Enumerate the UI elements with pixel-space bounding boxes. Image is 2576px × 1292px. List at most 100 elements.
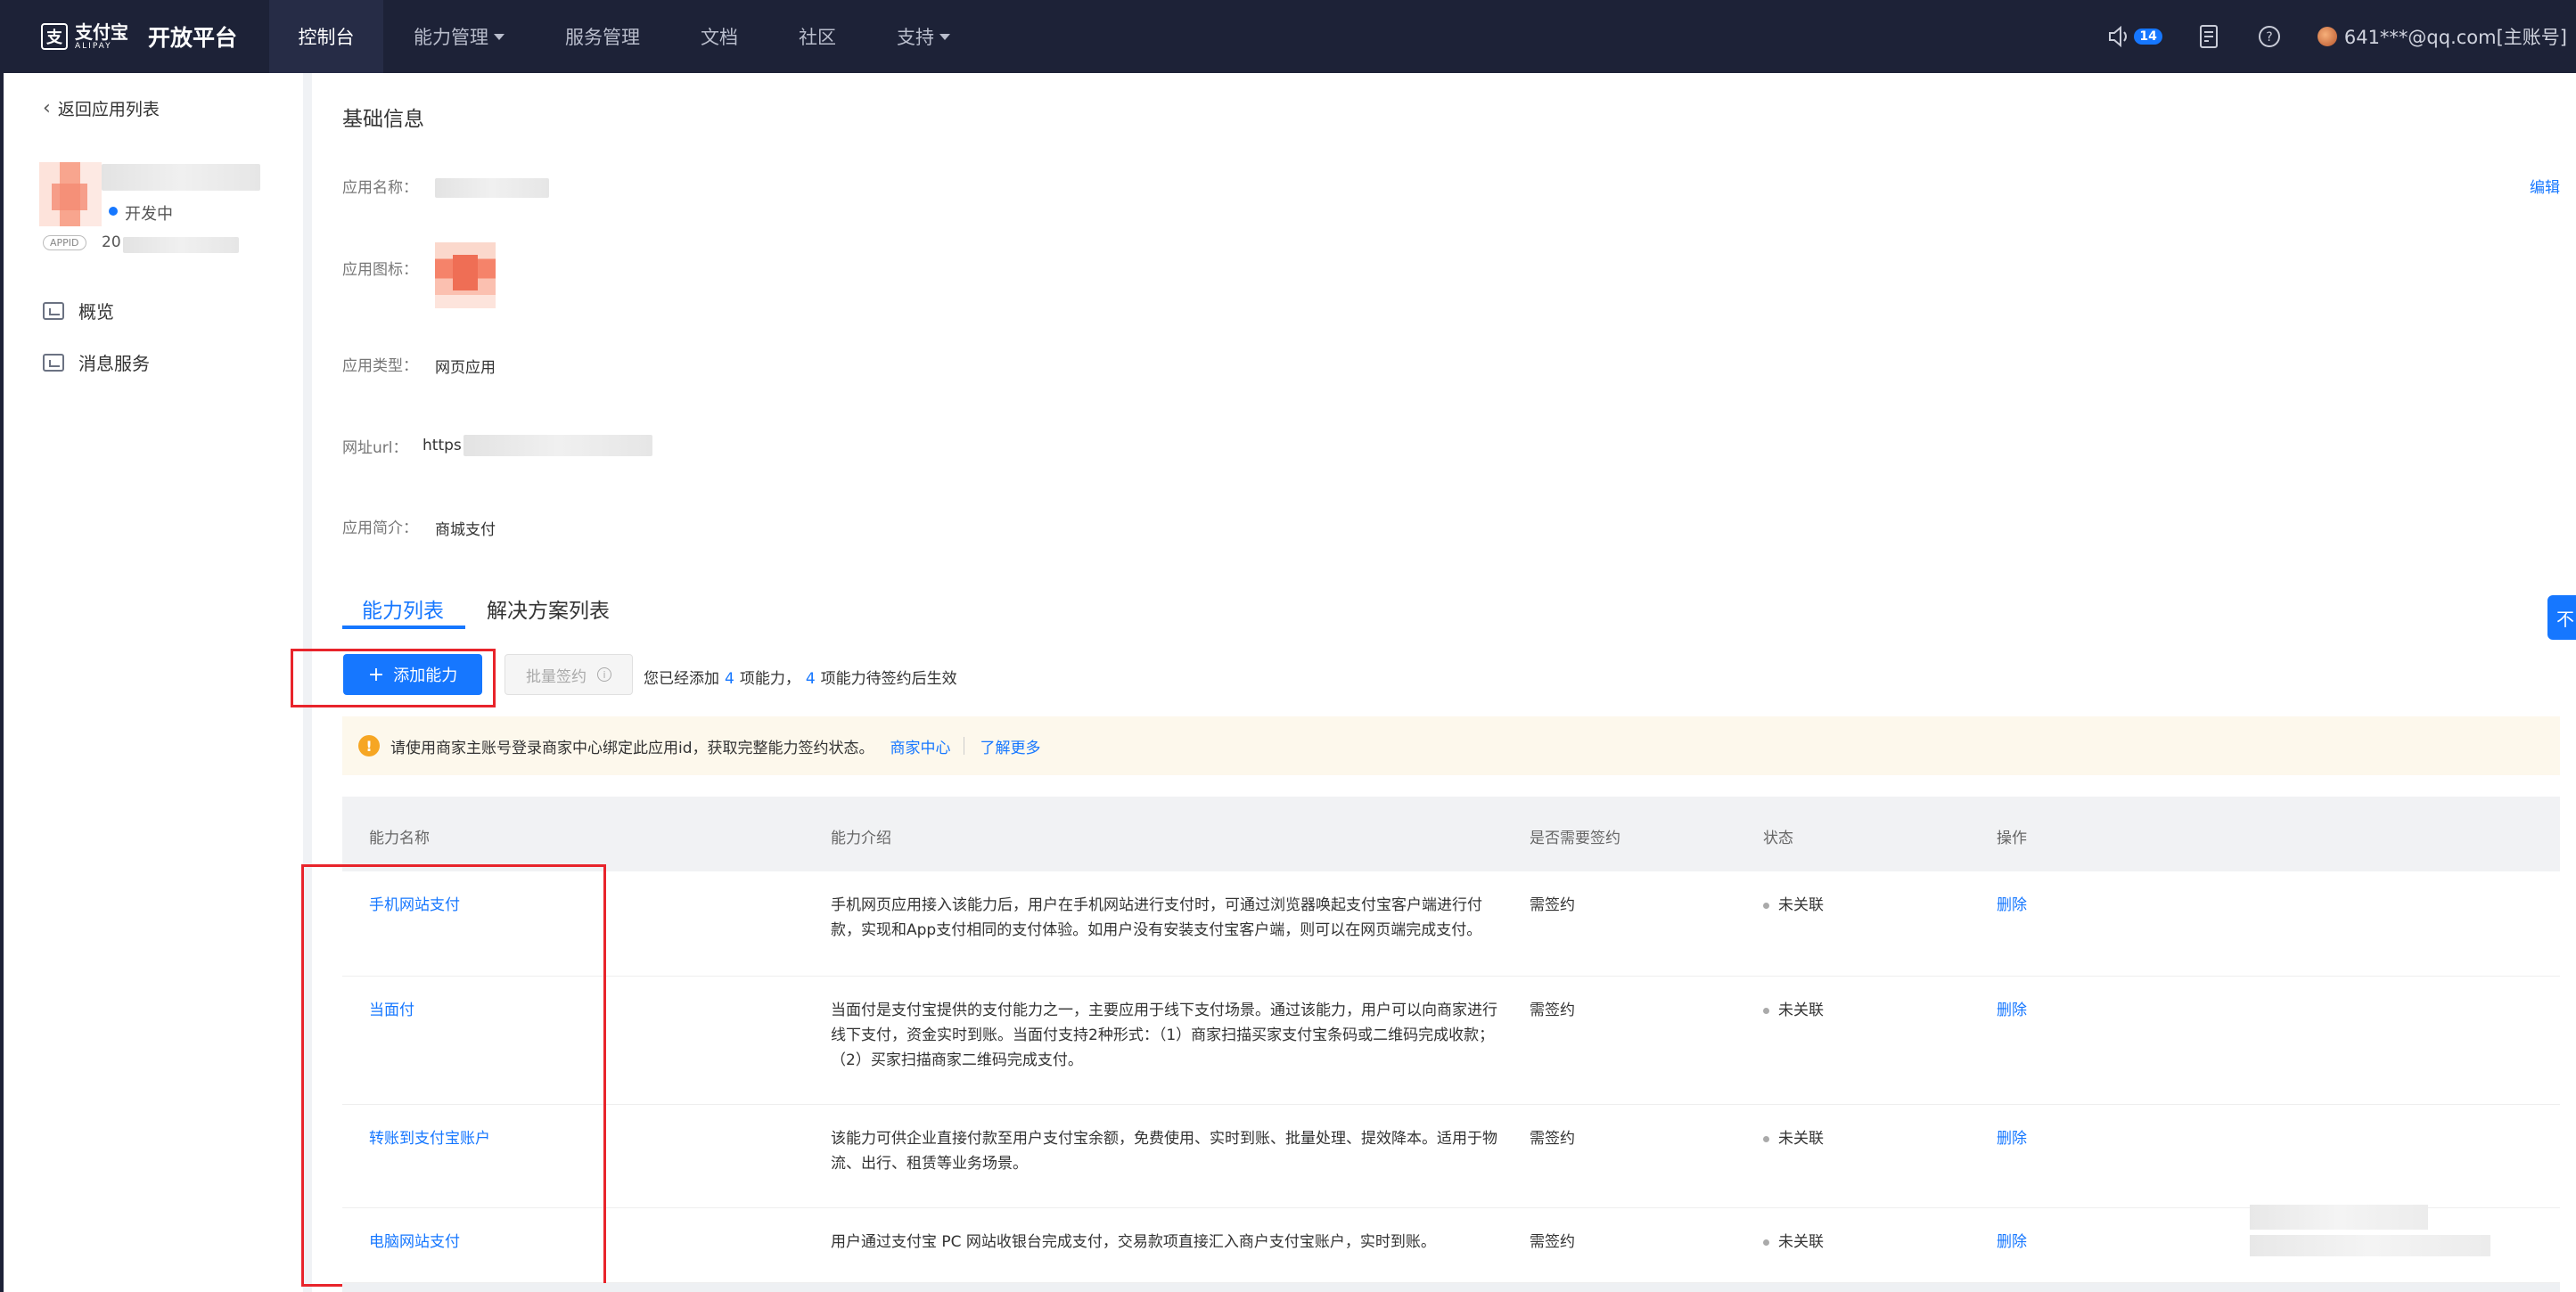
th-op: 操作 <box>1997 830 2027 847</box>
warning-icon: ! <box>358 735 380 756</box>
sidebar-item-overview[interactable]: 概览 <box>43 298 114 323</box>
app-name-value-blurred <box>435 178 549 198</box>
sign-required: 需签约 <box>1530 1130 1575 1148</box>
summary-pre: 您已经添加 <box>644 670 719 688</box>
tab-underline <box>342 626 465 629</box>
th-desc: 能力介绍 <box>831 830 891 847</box>
chevron-down-icon <box>939 33 950 40</box>
top-nav: 支 支付宝 ALIPAY 开放平台 控制台 能力管理 服务管理 文档 社区 支持… <box>0 0 2576 73</box>
th-name: 能力名称 <box>369 830 430 847</box>
delete-link[interactable]: 删除 <box>1997 1126 2027 1151</box>
status-dot <box>1763 1239 1769 1246</box>
app-icon-label: 应用图标： <box>342 261 418 279</box>
nav-console[interactable]: 控制台 <box>269 0 383 73</box>
chart-icon <box>43 353 64 372</box>
nav-community[interactable]: 社区 <box>768 0 866 73</box>
back-to-app-list[interactable]: ‹ 返回应用列表 <box>43 96 160 120</box>
highlight-box-add <box>291 649 496 707</box>
status-text: 未关联 <box>1778 896 1824 914</box>
app-url-value: https <box>422 437 462 454</box>
sign-required: 需签约 <box>1530 1002 1575 1019</box>
batch-sign-button[interactable]: 批量签约 i <box>505 654 633 695</box>
nav-right: 14 ? 641***@qq.com[主账号] <box>2107 0 2576 73</box>
user-account: 641***@qq.com[主账号] <box>2343 27 2567 48</box>
capability-desc: 手机网页应用接入该能力后，用户在手机网站进行支付时，可通过浏览器唤起支付宝客户端… <box>831 896 1482 939</box>
sidebar-item-label: 消息服务 <box>78 353 150 374</box>
status-dot <box>1763 902 1769 909</box>
avatar <box>2317 27 2337 46</box>
app-name-label: 应用名称： <box>342 179 418 197</box>
tasks-button[interactable] <box>2198 24 2221 49</box>
floating-button[interactable]: 不 <box>2547 595 2576 640</box>
back-label: 返回应用列表 <box>57 100 160 119</box>
help-icon: ? <box>2258 26 2280 47</box>
table-header: 能力名称 能力介绍 是否需要签约 状态 操作 <box>342 797 2560 871</box>
app-intro-value: 商城支付 <box>435 521 496 539</box>
notification-button[interactable]: 14 <box>2107 25 2162 48</box>
app-url-label: 网址url： <box>342 439 408 457</box>
highlight-box-capabilities <box>301 864 606 1287</box>
sidebar: ‹ 返回应用列表 开发中 APPID 20 概览 消息服务 <box>0 73 303 1292</box>
status-dot <box>109 207 118 216</box>
monitor-icon <box>43 301 64 320</box>
summary-post: 项能力待签约后生效 <box>820 670 957 688</box>
status-badge: 未关联 <box>1763 1126 1824 1151</box>
app-avatar-blurred <box>39 162 102 226</box>
table-bottom-strip <box>342 1283 2560 1292</box>
nav-docs[interactable]: 文档 <box>670 0 768 73</box>
brand-en: ALIPAY <box>75 42 112 51</box>
user-menu[interactable]: 641***@qq.com[主账号] <box>2317 23 2567 50</box>
batch-sign-label: 批量签约 <box>526 667 587 686</box>
edit-link[interactable]: 编辑 <box>2530 175 2560 197</box>
sign-required: 需签约 <box>1530 896 1575 914</box>
merchant-alert: ! 请使用商家主账号登录商家中心绑定此应用id，获取完整能力签约状态。 商家中心… <box>342 716 2560 775</box>
help-button[interactable]: ? <box>2257 24 2282 49</box>
brand[interactable]: 支 支付宝 ALIPAY 开放平台 <box>0 0 269 73</box>
capability-desc: 该能力可供企业直接付款至用户支付宝余额，免费使用、实时到账、批量处理、提效降本。… <box>831 1130 1497 1173</box>
table-row: 手机网站支付 手机网页应用接入该能力后，用户在手机网站进行支付时，可通过浏览器唤… <box>342 871 2560 977</box>
app-type-value: 网页应用 <box>435 359 496 377</box>
capability-desc: 用户通过支付宝 PC 网站收银台完成支付，交易款项直接汇入商户支付宝账户，实时到… <box>831 1233 1436 1251</box>
document-list-icon <box>2199 25 2218 48</box>
tab-solution-list[interactable]: 解决方案列表 <box>487 593 610 624</box>
watermark-blurred <box>2250 1235 2490 1256</box>
alipay-logo-icon: 支 <box>41 23 68 50</box>
nav-support[interactable]: 支持 <box>866 0 980 73</box>
nav-support-label: 支持 <box>897 27 934 48</box>
nav-service[interactable]: 服务管理 <box>535 0 670 73</box>
status-badge: 未关联 <box>1763 1230 1824 1255</box>
status-dot <box>1763 1007 1769 1014</box>
app-icon-blurred <box>435 242 496 308</box>
status-badge: 未关联 <box>1763 998 1824 1023</box>
nav-capability[interactable]: 能力管理 <box>383 0 535 73</box>
status-text: 未关联 <box>1778 1233 1824 1251</box>
summary-mid: 项能力， <box>739 670 800 688</box>
status-dot <box>1763 1135 1769 1142</box>
th-sign: 是否需要签约 <box>1530 830 1620 847</box>
app-type-label: 应用类型： <box>342 357 418 375</box>
app-name-blurred <box>102 164 260 191</box>
summary-count: 4 <box>725 670 734 688</box>
status-text: 未关联 <box>1778 1002 1824 1019</box>
delete-link[interactable]: 删除 <box>1997 893 2027 918</box>
learn-more-link[interactable]: 了解更多 <box>980 735 1041 757</box>
speaker-icon <box>2109 25 2128 48</box>
merchant-center-link[interactable]: 商家中心 <box>890 735 951 757</box>
tab-capability-list[interactable]: 能力列表 <box>362 593 444 624</box>
delete-link[interactable]: 删除 <box>1997 1230 2027 1255</box>
app-url-blurred <box>464 435 652 456</box>
brand-cn: 支付宝 <box>75 21 128 43</box>
table-row: 转账到支付宝账户 该能力可供企业直接付款至用户支付宝余额，免费使用、实时到账、批… <box>342 1105 2560 1208</box>
section-title: 基础信息 <box>342 108 424 131</box>
chevron-down-icon <box>494 33 505 40</box>
watermark-blurred <box>2250 1205 2428 1230</box>
summary-pending: 4 <box>805 670 816 688</box>
sidebar-item-messages[interactable]: 消息服务 <box>43 349 150 375</box>
delete-link[interactable]: 删除 <box>1997 998 2027 1023</box>
app-status: 开发中 <box>125 205 173 224</box>
capability-summary: 您已经添加 4 项能力， 4 项能力待签约后生效 <box>644 666 957 688</box>
appid-tag: APPID <box>43 235 86 250</box>
app-intro-label: 应用简介： <box>342 519 418 537</box>
appid-blurred <box>123 237 239 253</box>
sign-required: 需签约 <box>1530 1233 1575 1251</box>
